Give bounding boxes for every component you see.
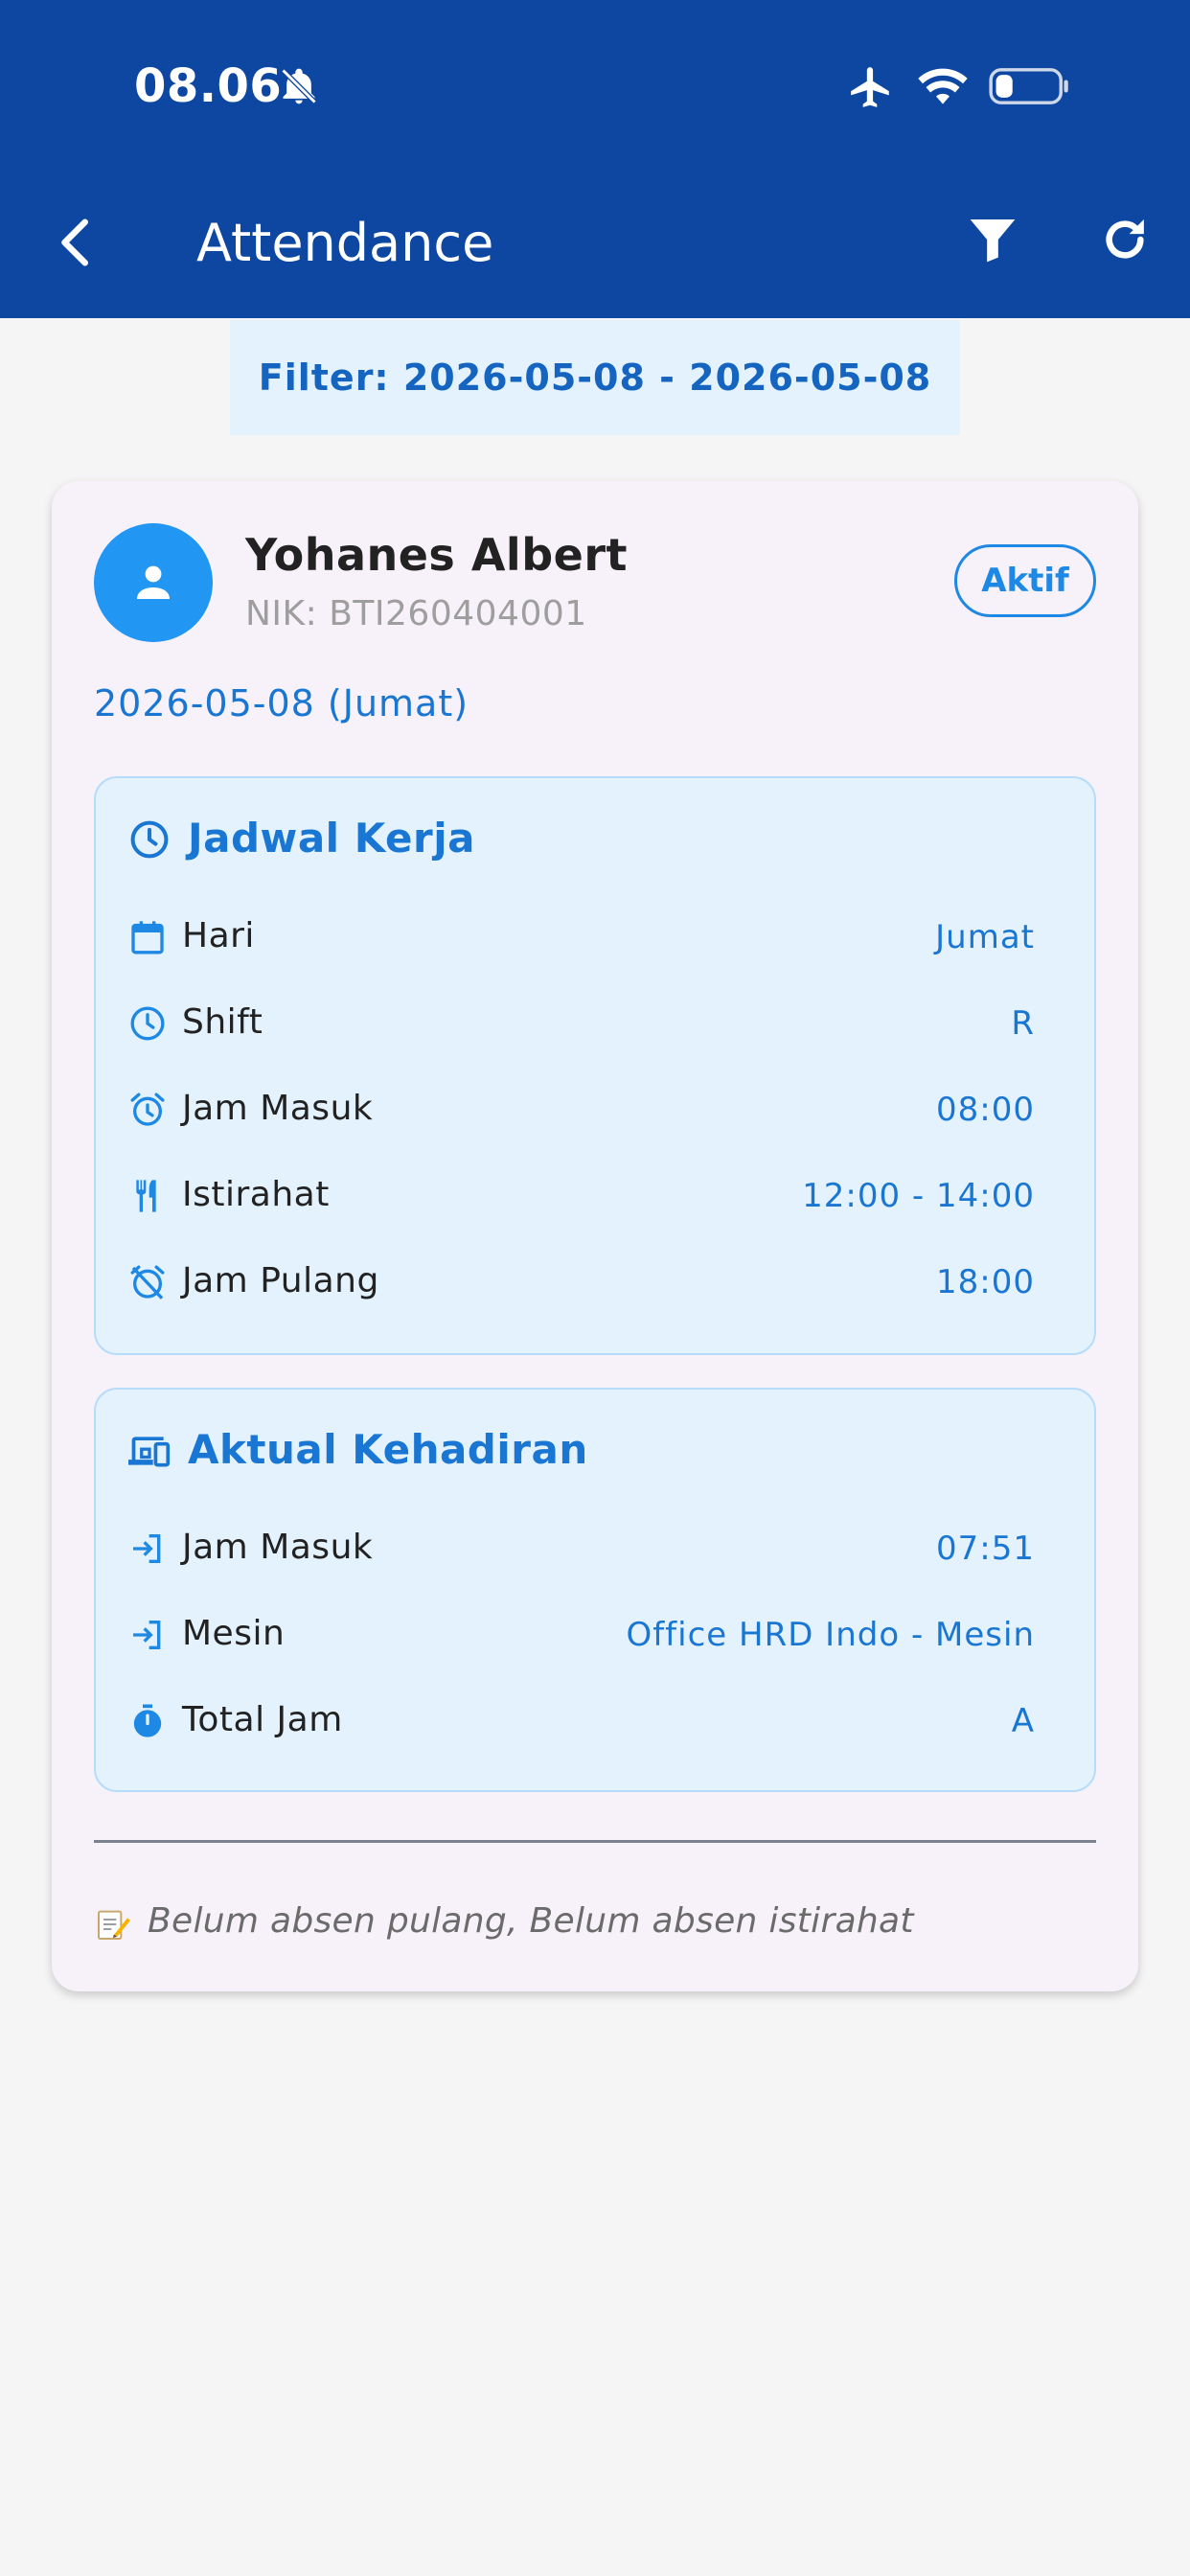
row-label: Hari <box>182 916 255 955</box>
row-label: Jam Pulang <box>182 1261 379 1300</box>
row-label: Total Jam <box>182 1700 343 1739</box>
row-value: Office HRD Indo - Mesin <box>626 1616 1035 1654</box>
actual-row-machine: Mesin Office HRD Indo - Mesin <box>128 1608 1035 1666</box>
login-icon <box>133 1621 161 1649</box>
devices-icon <box>128 1437 171 1467</box>
timer-icon <box>133 1704 162 1737</box>
actual-row-check-in: Jam Masuk 07:51 <box>128 1522 1035 1579</box>
row-value: A <box>1011 1702 1035 1740</box>
employee-nik: NIK: BTI260404001 <box>245 594 587 633</box>
attendance-date: 2026-05-08 (Jumat) <box>94 682 469 724</box>
person-icon <box>137 565 170 599</box>
filter-button[interactable] <box>966 213 1019 266</box>
battery-icon <box>989 68 1068 104</box>
alarm-off-icon <box>130 1265 165 1300</box>
row-value: 07:51 <box>936 1530 1035 1568</box>
app-bar: 08.06 Attendance <box>0 0 1190 318</box>
divider <box>94 1840 1096 1843</box>
row-value: 18:00 <box>936 1263 1035 1301</box>
row-label: Mesin <box>182 1614 286 1653</box>
status-time: 08.06 <box>134 59 283 113</box>
row-label: Jam Masuk <box>182 1528 374 1567</box>
row-value: R <box>1011 1004 1035 1043</box>
memo-icon <box>98 1910 130 1940</box>
actual-title: Aktual Kehadiran <box>188 1426 588 1473</box>
schedule-title: Jadwal Kerja <box>188 815 475 862</box>
row-label: Jam Masuk <box>182 1089 374 1128</box>
airplane-icon <box>851 67 889 107</box>
attendance-card: Yohanes Albert NIK: BTI260404001 Aktif 2… <box>52 481 1138 1991</box>
schedule-row-day: Hari Jumat <box>128 910 1035 968</box>
employee-name: Yohanes Albert <box>245 529 628 581</box>
row-value: 12:00 - 14:00 <box>802 1177 1035 1215</box>
status-badge: Aktif <box>954 544 1096 617</box>
schedule-row-break: Istirahat 12:00 - 14:00 <box>128 1169 1035 1227</box>
alarm-icon <box>130 1092 165 1126</box>
wifi-icon <box>918 68 968 104</box>
schedule-section: Jadwal Kerja Hari Jumat Shift R Jam Masu… <box>94 776 1096 1355</box>
schedule-row-shift: Shift R <box>128 997 1035 1054</box>
row-value: Jumat <box>935 918 1035 956</box>
page-title: Attendance <box>196 213 494 273</box>
actual-row-total-hours: Total Jam A <box>128 1694 1035 1752</box>
schedule-row-check-out: Jam Pulang 18:00 <box>128 1255 1035 1313</box>
row-value: 08:00 <box>936 1091 1035 1129</box>
filter-range-chip[interactable]: Filter: 2026-05-08 - 2026-05-08 <box>230 320 960 435</box>
clock-icon <box>130 820 169 859</box>
actual-attendance-section: Aktual Kehadiran Jam Masuk 07:51 Mesin O… <box>94 1388 1096 1792</box>
clock-icon <box>130 1006 165 1041</box>
schedule-row-check-in: Jam Masuk 08:00 <box>128 1083 1035 1140</box>
refresh-button[interactable] <box>1098 213 1152 266</box>
back-button[interactable] <box>48 211 105 274</box>
login-icon <box>133 1534 161 1563</box>
row-label: Shift <box>182 1002 263 1042</box>
avatar <box>94 523 213 642</box>
row-label: Istirahat <box>182 1175 330 1214</box>
bell-off-icon <box>281 68 317 104</box>
restaurant-icon <box>136 1180 156 1212</box>
attendance-note: Belum absen pulang, Belum absen istiraha… <box>148 1901 914 1941</box>
calendar-icon <box>131 921 164 954</box>
